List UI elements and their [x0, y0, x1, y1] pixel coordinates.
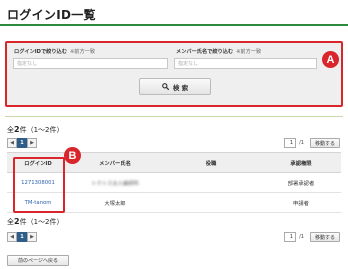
member-name-search-input[interactable]	[174, 58, 317, 69]
page-number-input[interactable]	[284, 232, 297, 242]
prefix-match-note: ※前方一致	[236, 49, 262, 55]
column-header-authority: 承認権限	[261, 152, 341, 173]
result-total-prefix: 全	[7, 126, 14, 134]
move-page-button[interactable]: 移動する	[309, 138, 340, 148]
next-page-button[interactable]: ▶	[27, 138, 37, 148]
page-jump-bottom: /1 移動する	[284, 232, 340, 242]
role-cell	[161, 192, 261, 213]
search-panel: ログインIDで絞り込む※前方一致 メンバー氏名で絞り込む※前方一致 検 索 A	[5, 41, 343, 107]
page-jump-top: /1 移動する	[284, 138, 340, 148]
prev-page-button[interactable]: ◀	[7, 232, 17, 242]
title-divider	[0, 24, 348, 26]
login-id-filter-label: ログインIDで絞り込む ※前方一致	[14, 49, 96, 55]
member-name-value: 大塚太郎	[104, 200, 126, 207]
authority-cell: 申請者	[261, 192, 341, 213]
authority-cell: 部署承認者	[261, 172, 341, 193]
search-button-label: 検 索	[172, 83, 189, 92]
member-name-filter-label: メンバー氏名で絞り込む ※前方一致	[176, 49, 262, 55]
page-number-input[interactable]	[284, 138, 297, 148]
login-id-column-highlight	[13, 157, 65, 213]
section-divider	[5, 116, 343, 117]
move-page-button[interactable]: 移動する	[309, 232, 340, 242]
pager-bottom: ◀ 1 ▶	[7, 232, 37, 242]
current-page-button[interactable]: 1	[17, 138, 27, 148]
search-icon	[161, 83, 169, 91]
callout-badge-a: A	[322, 51, 339, 68]
member-name-cell: 大塚太郎	[69, 192, 161, 213]
role-cell	[161, 172, 261, 193]
prev-page-button[interactable]: ◀	[7, 138, 17, 148]
prefix-match-note: ※前方一致	[69, 49, 96, 55]
column-header-role: 役職	[161, 152, 261, 173]
current-page-button[interactable]: 1	[17, 232, 27, 242]
page-total: /1	[299, 140, 304, 146]
pager-top: ◀ 1 ▶	[7, 138, 37, 148]
result-count: 全2件（1〜2件）	[7, 125, 64, 134]
result-count: 全2件（1〜2件）	[7, 217, 64, 226]
back-to-previous-page-button[interactable]: 前のページへ戻る	[7, 255, 69, 266]
page-total: /1	[299, 234, 304, 240]
next-page-button[interactable]: ▶	[27, 232, 37, 242]
member-name-value: トクトス太人編研所	[91, 180, 139, 187]
login-id-search-input[interactable]	[13, 58, 168, 69]
page-title: ログインID一覧	[7, 8, 96, 22]
member-name-cell: トクトス太人編研所	[69, 172, 161, 193]
column-header-member-name: メンバー氏名	[69, 152, 161, 173]
callout-badge-b: B	[64, 147, 81, 164]
result-total-prefix: 全	[7, 218, 14, 226]
search-button[interactable]: 検 索	[139, 78, 211, 95]
